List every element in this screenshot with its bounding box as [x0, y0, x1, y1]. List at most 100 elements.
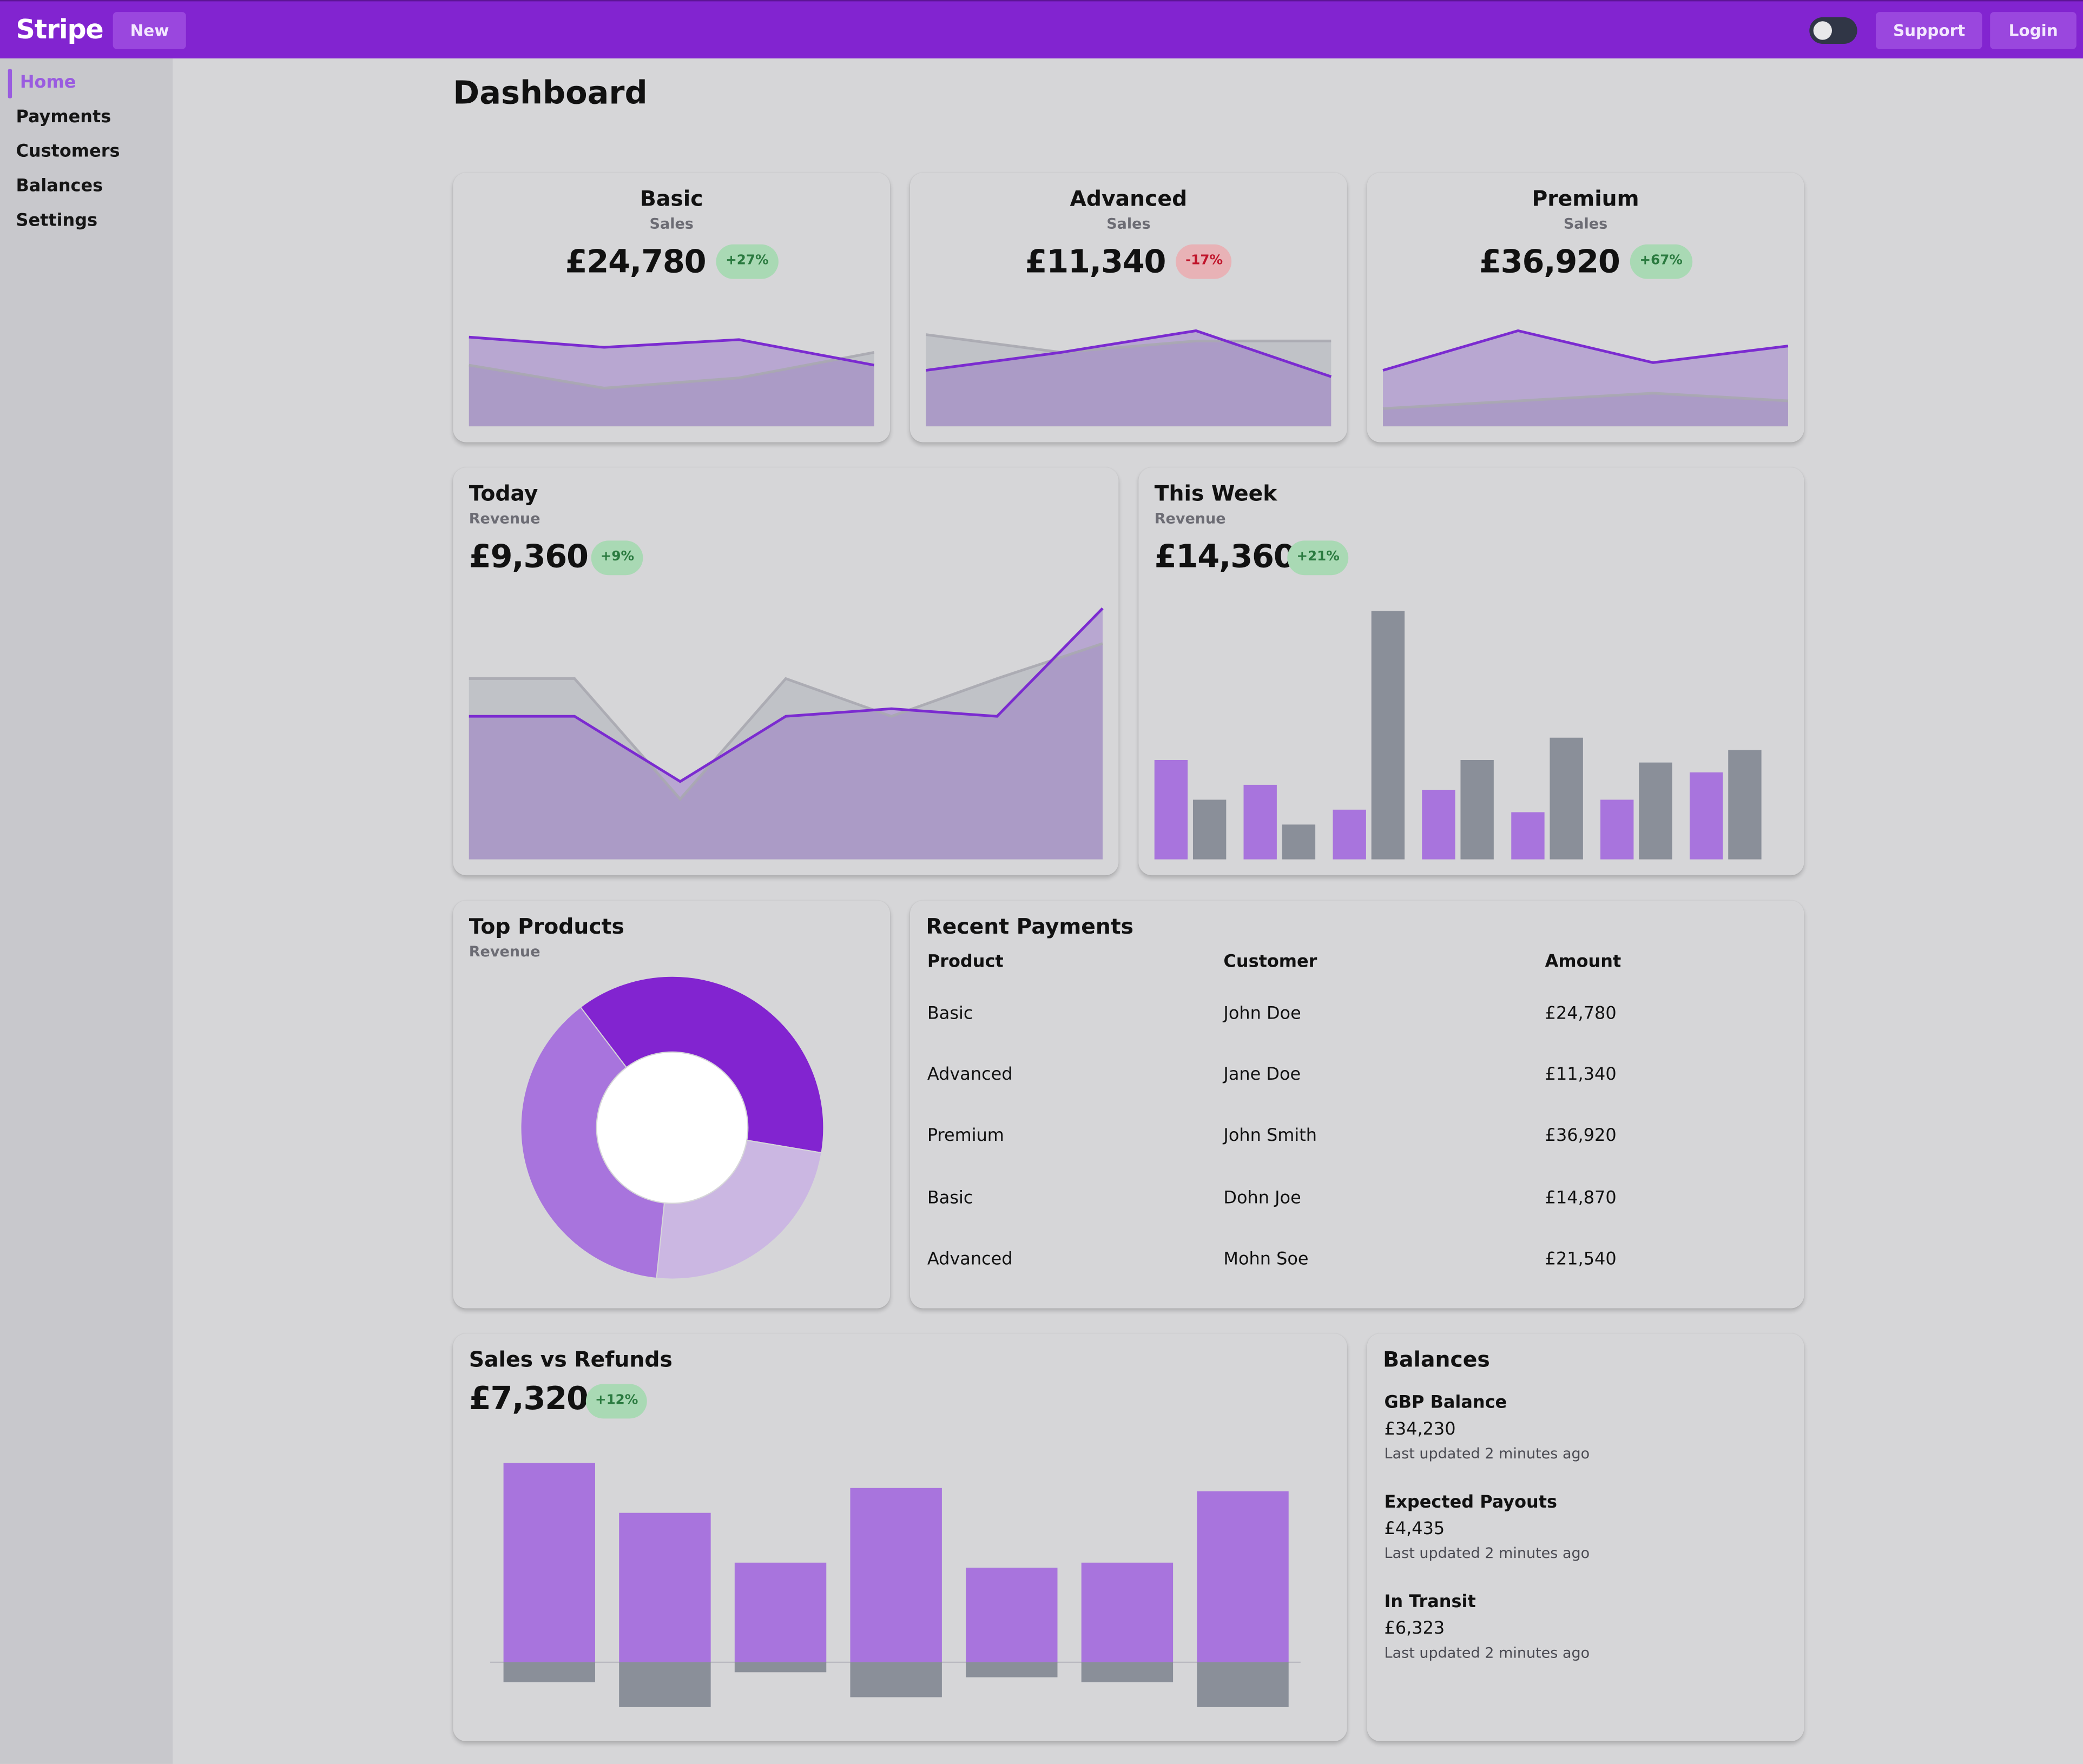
bar-series-1 [1333, 809, 1366, 860]
cell-amount: £36,920 [1545, 1126, 1617, 1147]
card-value: £14,360 [1154, 538, 1296, 576]
trend-badge: +27% [716, 244, 778, 279]
card-value: £24,780 [565, 243, 707, 281]
sidebar-item-home[interactable]: Home [20, 73, 76, 93]
bar-series-1 [1243, 784, 1277, 860]
plan-card-basic[interactable]: Basic Sales £24,780 +27% [453, 173, 891, 442]
card-subtitle: Revenue [469, 943, 540, 961]
card-subtitle: Sales [649, 215, 694, 233]
today-revenue-chart [469, 607, 1104, 860]
brand-logo[interactable]: Stripe [16, 14, 103, 45]
premium-sales-chart [1382, 329, 1789, 427]
balance-amount: £34,230 [1384, 1419, 1456, 1440]
cell-product: Basic [927, 1004, 973, 1025]
refunds-bar [850, 1662, 942, 1697]
balance-amount: £6,323 [1384, 1619, 1445, 1639]
cell-customer: Dohn Joe [1223, 1188, 1301, 1209]
refunds-bar [503, 1662, 596, 1682]
week-revenue-card[interactable]: This Week Revenue £14,360 +21% [1138, 467, 1804, 876]
card-value: £7,320 [469, 1380, 589, 1417]
card-title: Sales vs Refunds [469, 1346, 673, 1372]
bar-series-2 [1371, 611, 1405, 860]
sales-bar [619, 1512, 711, 1662]
card-title: Basic [640, 186, 703, 212]
bar-series-1 [1600, 800, 1634, 860]
recent-payments-card[interactable]: Recent Payments Product Customer Amount … [909, 900, 1804, 1309]
basic-sales-chart [469, 335, 875, 427]
sales-refunds-card[interactable]: Sales vs Refunds £7,320 +12% [453, 1333, 1347, 1742]
balance-amount: £4,435 [1384, 1519, 1445, 1540]
card-subtitle: Revenue [469, 510, 540, 527]
refunds-bar [619, 1662, 711, 1707]
bar-series-2 [1192, 800, 1227, 860]
new-button[interactable]: New [113, 12, 187, 49]
balance-label: In Transit [1384, 1593, 1476, 1613]
bar-series-2 [1550, 737, 1583, 860]
cell-customer: Jane Doe [1223, 1065, 1301, 1086]
sales-bar [966, 1568, 1058, 1663]
primary-series-area [469, 608, 1103, 860]
plan-card-advanced[interactable]: Advanced Sales £11,340 -17% [909, 173, 1347, 442]
sidebar [0, 58, 173, 1764]
cell-amount: £24,780 [1545, 1004, 1617, 1025]
top-products-donut [520, 975, 825, 1280]
support-button[interactable]: Support [1876, 12, 1983, 49]
bar-series-1 [1690, 772, 1723, 860]
bar-series-2 [1282, 824, 1316, 860]
cell-customer: Mohn Soe [1223, 1250, 1309, 1270]
bar-series-2 [1639, 762, 1672, 860]
trend-badge: -17% [1176, 244, 1232, 279]
bar-series-1 [1511, 812, 1545, 860]
refunds-bar [734, 1662, 827, 1673]
card-subtitle: Revenue [1154, 510, 1226, 527]
card-title: This Week [1154, 480, 1277, 506]
advanced-sales-chart [926, 329, 1332, 427]
bar-series-1 [1422, 789, 1455, 860]
page-title: Dashboard [453, 74, 648, 112]
balance-updated: Last updated 2 minutes ago [1384, 1544, 1590, 1562]
refunds-bar [966, 1662, 1058, 1677]
toggle-knob [1813, 21, 1832, 40]
cell-product: Advanced [927, 1250, 1013, 1270]
login-button[interactable]: Login [1990, 12, 2077, 49]
card-subtitle: Sales [1106, 215, 1151, 233]
card-title: Premium [1532, 186, 1639, 212]
cell-amount: £21,540 [1545, 1250, 1617, 1270]
balance-updated: Last updated 2 minutes ago [1384, 1445, 1590, 1463]
sales-bar [1197, 1491, 1289, 1663]
balance-updated: Last updated 2 minutes ago [1384, 1644, 1590, 1662]
card-subtitle: Sales [1563, 215, 1608, 233]
card-value: £9,360 [469, 538, 589, 576]
top-products-card[interactable]: Top Products Revenue [453, 900, 891, 1309]
theme-toggle[interactable] [1809, 17, 1857, 44]
primary-series-area [1383, 331, 1788, 427]
cell-product: Basic [927, 1188, 973, 1209]
bar-series-1 [1154, 759, 1188, 860]
card-title: Recent Payments [926, 914, 1134, 939]
plan-card-premium[interactable]: Premium Sales £36,920 +67% [1367, 173, 1804, 442]
balances-card[interactable]: Balances GBP Balance £34,230 Last update… [1367, 1333, 1804, 1742]
trend-badge: +9% [591, 540, 644, 576]
cell-customer: John Smith [1223, 1126, 1317, 1147]
refunds-bar [1081, 1662, 1174, 1682]
balance-label: Expected Payouts [1384, 1492, 1558, 1513]
column-header-amount: Amount [1545, 952, 1621, 973]
sidebar-item-payments[interactable]: Payments [16, 108, 111, 128]
bar-series-2 [1460, 759, 1494, 860]
sales-bar [734, 1562, 827, 1662]
sidebar-item-customers[interactable]: Customers [16, 142, 120, 162]
donut-hole [597, 1052, 748, 1203]
sales-bar [503, 1463, 596, 1662]
cell-amount: £14,870 [1545, 1188, 1617, 1209]
sidebar-item-balances[interactable]: Balances [16, 177, 103, 197]
bar-series-2 [1728, 750, 1762, 860]
trend-badge: +67% [1630, 244, 1692, 279]
card-title: Top Products [469, 914, 624, 939]
sales-refunds-chart [490, 1463, 1301, 1707]
card-title: Today [469, 480, 538, 506]
sidebar-item-settings[interactable]: Settings [16, 211, 97, 231]
today-revenue-card[interactable]: Today Revenue £9,360 +9% [453, 467, 1119, 876]
card-title: Advanced [1070, 186, 1188, 212]
active-indicator [8, 69, 12, 98]
trend-badge: +21% [1287, 540, 1349, 576]
